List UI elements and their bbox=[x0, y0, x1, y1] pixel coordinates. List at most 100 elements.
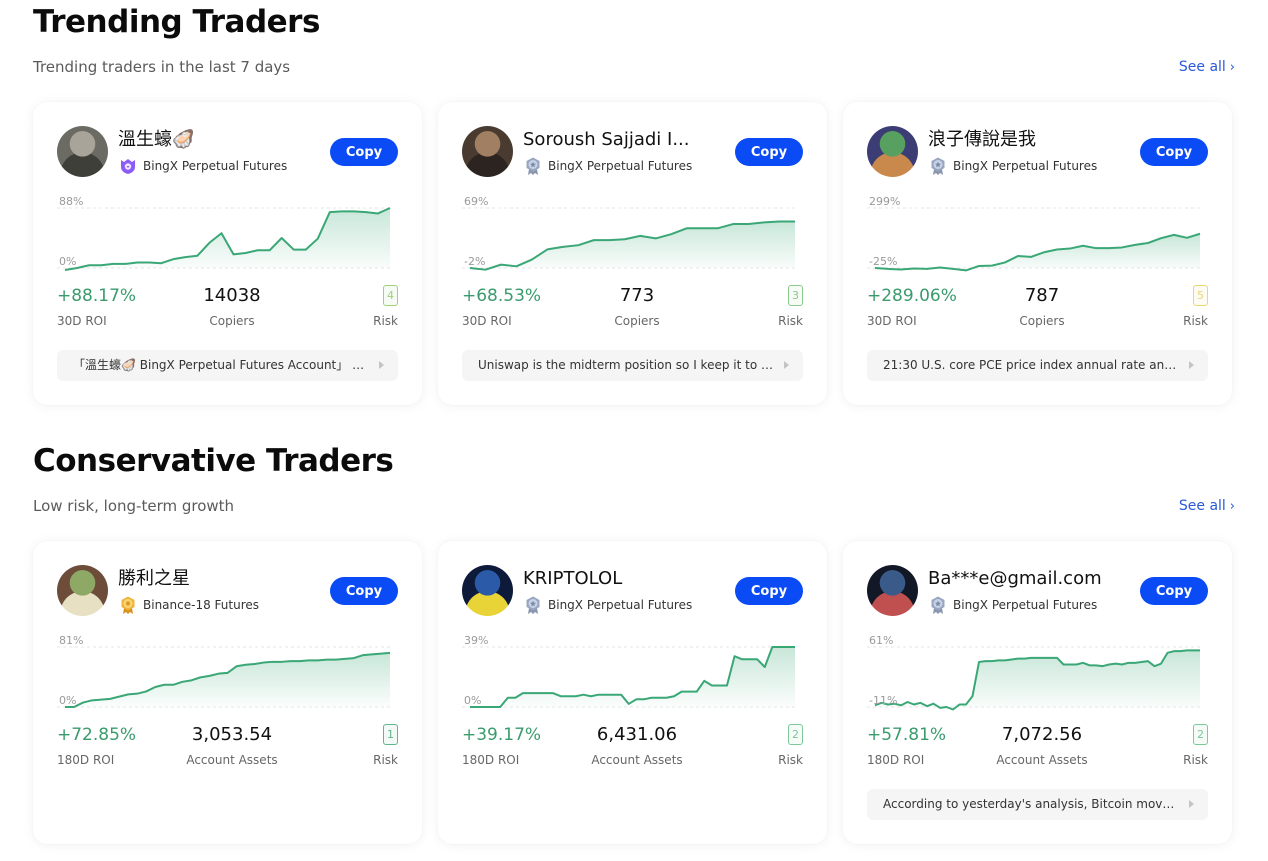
avatar[interactable] bbox=[867, 126, 918, 177]
secondary-value: 3,053.54 bbox=[191, 724, 273, 745]
avatar[interactable] bbox=[462, 565, 513, 616]
platform-label: BingX Perpetual Futures bbox=[523, 595, 692, 615]
platform-label: BingX Perpetual Futures bbox=[928, 595, 1097, 615]
see-all-link[interactable]: See all › bbox=[1179, 495, 1235, 518]
risk-label: Risk bbox=[373, 753, 398, 767]
risk-label: Risk bbox=[778, 314, 803, 328]
trader-card[interactable]: Ba***e@gmail.com BingX Perpetual Futures… bbox=[843, 541, 1232, 844]
platform-name: BingX Perpetual Futures bbox=[953, 159, 1098, 173]
trader-card[interactable]: 浪子傳說是我 BingX Perpetual Futures Copy 299%… bbox=[843, 102, 1232, 405]
silver-star-badge-icon bbox=[523, 595, 543, 615]
section-title: Trending Traders bbox=[33, 4, 320, 40]
secondary-stat: 773 Copiers bbox=[582, 284, 692, 330]
risk-label: Risk bbox=[1183, 753, 1208, 767]
risk-stat: 2 Risk bbox=[778, 723, 803, 769]
avatar[interactable] bbox=[867, 565, 918, 616]
section-subtitle: Low risk, long-term growth bbox=[33, 497, 235, 515]
platform-name: BingX Perpetual Futures bbox=[548, 598, 693, 612]
trader-name[interactable]: Ba***e@gmail.com bbox=[928, 567, 1128, 591]
stats-row: +72.85% 180D ROI 3,053.54 Account Assets… bbox=[57, 723, 398, 773]
trader-name[interactable]: 溫生蠔🦪 bbox=[118, 128, 318, 152]
secondary-stat: 14038 Copiers bbox=[177, 284, 287, 330]
stats-row: +289.06% 30D ROI 787 Copiers 5 Risk bbox=[867, 284, 1208, 334]
post-text: 21:30 U.S. core PCE price index annual r… bbox=[883, 358, 1178, 372]
roi-area bbox=[65, 208, 390, 271]
trader-name[interactable]: Soroush Sajjadi I... bbox=[523, 128, 723, 152]
secondary-stat: 3,053.54 Account Assets bbox=[177, 723, 287, 769]
copy-button[interactable]: Copy bbox=[735, 577, 803, 605]
latest-post[interactable]: 「溫生蠔🦪 BingX Perpetual Futures Account」 $… bbox=[57, 350, 398, 381]
secondary-value: 773 bbox=[619, 285, 655, 306]
trader-card[interactable]: KRIPTOLOL BingX Perpetual Futures Copy 3… bbox=[438, 541, 827, 844]
gold-badge-icon bbox=[118, 595, 138, 615]
roi-chart: 69% -2% bbox=[462, 194, 803, 274]
section-title: Conservative Traders bbox=[33, 443, 394, 479]
platform-label: BingX Perpetual Futures bbox=[118, 156, 287, 176]
roi-area bbox=[470, 647, 795, 707]
roi-stat: +68.53% 30D ROI bbox=[462, 284, 541, 330]
see-all-label: See all bbox=[1178, 59, 1226, 75]
y-max-label: 81% bbox=[59, 634, 83, 647]
stats-row: +39.17% 180D ROI 6,431.06 Account Assets… bbox=[462, 723, 803, 773]
roi-chart-svg: 88% 0% bbox=[57, 195, 391, 272]
play-arrow-icon bbox=[379, 361, 384, 369]
silver-star-badge-icon bbox=[928, 595, 948, 615]
secondary-label: Account Assets bbox=[996, 753, 1088, 767]
chevron-right-icon: › bbox=[1229, 60, 1235, 75]
copy-button[interactable]: Copy bbox=[1140, 577, 1208, 605]
trader-name[interactable]: 勝利之星 bbox=[118, 567, 318, 591]
stats-row: +88.17% 30D ROI 14038 Copiers 4 Risk bbox=[57, 284, 398, 334]
stats-row: +68.53% 30D ROI 773 Copiers 3 Risk bbox=[462, 284, 803, 334]
risk-stat: 3 Risk bbox=[778, 284, 803, 330]
roi-label: 180D ROI bbox=[462, 753, 520, 767]
roi-label: 180D ROI bbox=[57, 753, 115, 767]
risk-stat: 2 Risk bbox=[1183, 723, 1208, 769]
secondary-value: 7,072.56 bbox=[1001, 724, 1083, 745]
copy-button[interactable]: Copy bbox=[330, 577, 398, 605]
risk-badge: 1 bbox=[383, 724, 398, 745]
see-all-link[interactable]: See all › bbox=[1179, 56, 1235, 79]
latest-post[interactable]: Uniswap is the midterm position so I kee… bbox=[462, 350, 803, 381]
risk-stat: 4 Risk bbox=[373, 284, 398, 330]
section-subtitle-row: Low risk, long-term growth See all › bbox=[33, 495, 1235, 517]
copy-button[interactable]: Copy bbox=[1140, 138, 1208, 166]
latest-post[interactable]: 21:30 U.S. core PCE price index annual r… bbox=[867, 350, 1208, 381]
risk-label: Risk bbox=[373, 314, 398, 328]
y-max-label: 69% bbox=[464, 195, 488, 208]
roi-chart: 61% -11% bbox=[867, 633, 1208, 713]
risk-badge: 2 bbox=[1193, 724, 1208, 745]
roi-value: +57.81% bbox=[867, 725, 947, 745]
y-min-label: -11% bbox=[869, 694, 897, 707]
secondary-stat: 6,431.06 Account Assets bbox=[582, 723, 692, 769]
trader-name[interactable]: 浪子傳說是我 bbox=[928, 128, 1128, 152]
trader-card[interactable]: 溫生蠔🦪 BingX Perpetual Futures Copy 88% 0% … bbox=[33, 102, 422, 405]
roi-stat: +39.17% 180D ROI bbox=[462, 723, 541, 769]
avatar[interactable] bbox=[57, 565, 108, 616]
secondary-stat: 7,072.56 Account Assets bbox=[987, 723, 1097, 769]
platform-name: BingX Perpetual Futures bbox=[953, 598, 1098, 612]
risk-badge: 2 bbox=[788, 724, 803, 745]
roi-value: +72.85% bbox=[57, 725, 137, 745]
y-min-label: -25% bbox=[869, 255, 897, 268]
copy-button[interactable]: Copy bbox=[330, 138, 398, 166]
roi-area bbox=[875, 650, 1200, 710]
roi-label: 30D ROI bbox=[462, 314, 512, 328]
risk-stat: 5 Risk bbox=[1183, 284, 1208, 330]
risk-badge: 4 bbox=[383, 285, 398, 306]
avatar[interactable] bbox=[462, 126, 513, 177]
roi-chart-svg: 61% -11% bbox=[867, 634, 1200, 711]
secondary-label: Copiers bbox=[209, 314, 255, 328]
y-min-label: -2% bbox=[464, 255, 485, 268]
latest-post[interactable]: According to yesterday's analysis, Bitco… bbox=[867, 789, 1208, 820]
roi-chart: 88% 0% bbox=[57, 194, 398, 274]
play-arrow-icon bbox=[1189, 361, 1194, 369]
avatar[interactable] bbox=[57, 126, 108, 177]
post-text: Uniswap is the midterm position so I kee… bbox=[478, 358, 773, 372]
trader-card[interactable]: Soroush Sajjadi I... BingX Perpetual Fut… bbox=[438, 102, 827, 405]
trader-name[interactable]: KRIPTOLOL bbox=[523, 567, 723, 591]
copy-button[interactable]: Copy bbox=[735, 138, 803, 166]
silver-star-badge-icon bbox=[523, 156, 543, 176]
trader-card[interactable]: 勝利之星 Binance-18 Futures Copy 81% 0% +72.8… bbox=[33, 541, 422, 844]
y-min-label: 0% bbox=[464, 694, 481, 707]
trader-cards: 勝利之星 Binance-18 Futures Copy 81% 0% +72.8… bbox=[33, 541, 1235, 844]
